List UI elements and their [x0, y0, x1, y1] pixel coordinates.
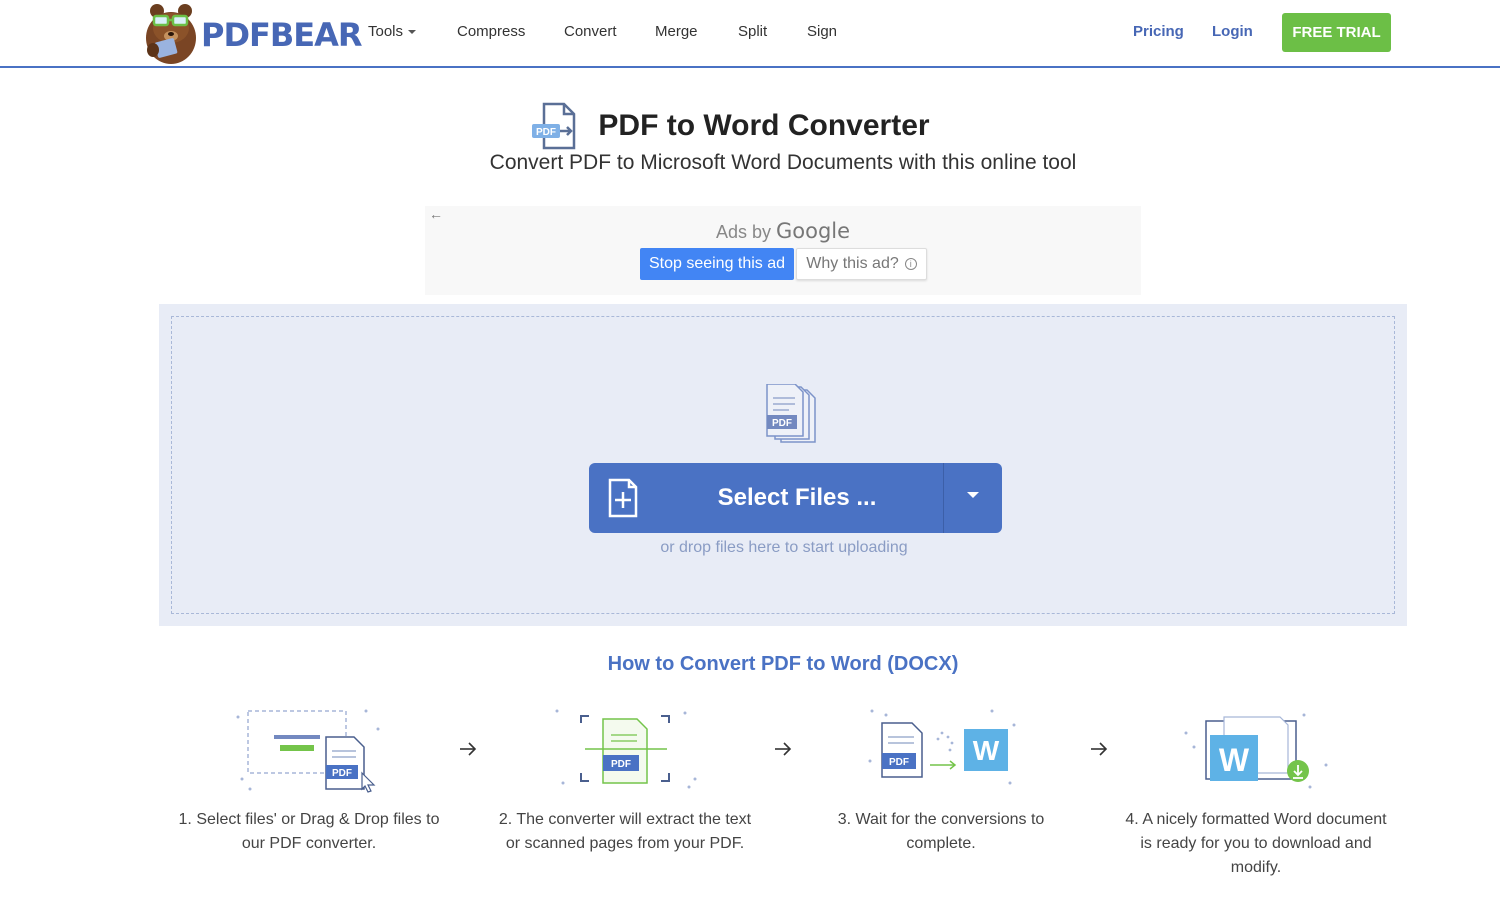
word-badge-label: W: [1219, 742, 1250, 778]
download-word-step-icon: W: [1184, 713, 1328, 789]
google-wordmark: Google: [775, 219, 851, 243]
arrow-right-icon: [460, 742, 477, 756]
upload-panel: PDF Select Files ... or drop files here …: [159, 304, 1407, 626]
page-title: PDF to Word Converter: [598, 109, 930, 142]
info-icon: i: [904, 258, 917, 270]
step-2-text: 2. The converter will extract the text o…: [498, 811, 752, 852]
nav-pricing[interactable]: Pricing: [1133, 23, 1184, 40]
nav-sign[interactable]: Sign: [807, 23, 837, 40]
free-trial-button[interactable]: FREE TRIAL: [1282, 13, 1391, 52]
extract-text-step-icon: PDF: [555, 709, 697, 789]
step-3-text: 3. Wait for the conversions to complete.: [837, 811, 1045, 852]
stop-seeing-ad-button[interactable]: Stop seeing this ad: [640, 248, 794, 280]
ads-by-google-label: Ads by Google: [425, 219, 1141, 243]
nav-compress[interactable]: Compress: [457, 23, 525, 40]
nav-convert[interactable]: Convert: [564, 23, 617, 40]
page-subtitle: Convert PDF to Microsoft Word Documents …: [489, 151, 1077, 174]
ad-banner: ← Ads by Google Stop seeing this ad Why …: [425, 206, 1141, 295]
arrow-right-icon: [1091, 742, 1108, 756]
upload-source-dropdown[interactable]: [944, 463, 1002, 533]
drop-files-hint: or drop files here to start uploading: [660, 539, 908, 556]
page-header: PDF PDF to Word Converter: [0, 100, 1500, 152]
pdf-badge-label: PDF: [332, 768, 352, 779]
nav-login[interactable]: Login: [1212, 23, 1253, 40]
brand-name: PDFBEAR: [201, 16, 363, 54]
top-navbar: PDFBEAR Tools Compress Convert Merge Spl…: [0, 0, 1500, 68]
nav-split[interactable]: Split: [738, 23, 767, 40]
pdf-badge-label: PDF: [536, 127, 556, 138]
select-files-button[interactable]: Select Files ...: [589, 463, 1002, 533]
pdf-badge-label: PDF: [772, 418, 792, 429]
caret-down-icon: [967, 492, 979, 498]
file-drop-zone[interactable]: PDF Select Files ... or drop files here …: [171, 316, 1395, 614]
arrow-right-icon: [775, 742, 792, 756]
pdf-badge-label: PDF: [611, 759, 631, 770]
select-files-label: Select Files ...: [717, 484, 877, 511]
select-files-step-icon: PDF: [236, 709, 380, 793]
caret-down-icon: [408, 30, 417, 35]
word-badge-label: W: [973, 735, 1000, 766]
why-this-ad-label: Why this ad?: [806, 255, 899, 272]
nav-merge[interactable]: Merge: [655, 23, 698, 40]
step-4-text: 4. A nicely formatted Word document is r…: [1125, 811, 1387, 876]
step-1-text: 1. Select files' or Drag & Drop files to…: [178, 811, 440, 852]
nav-tools-dropdown[interactable]: Tools: [368, 23, 417, 40]
pdf-badge-label: PDF: [889, 757, 909, 768]
bear-mascot-icon: [146, 4, 196, 64]
nav-tools-label: Tools: [368, 23, 404, 40]
why-this-ad-button[interactable]: Why this ad? i: [796, 248, 927, 280]
converting-step-icon: PDF W: [868, 709, 1016, 785]
ads-by-text: Ads by: [715, 222, 771, 242]
pdfbear-logo[interactable]: PDFBEAR: [143, 1, 363, 65]
pdf-files-stack-icon: PDF: [766, 384, 816, 443]
how-to-title: How to Convert PDF to Word (DOCX): [607, 653, 959, 675]
pdf-to-word-icon: PDF: [532, 102, 576, 150]
